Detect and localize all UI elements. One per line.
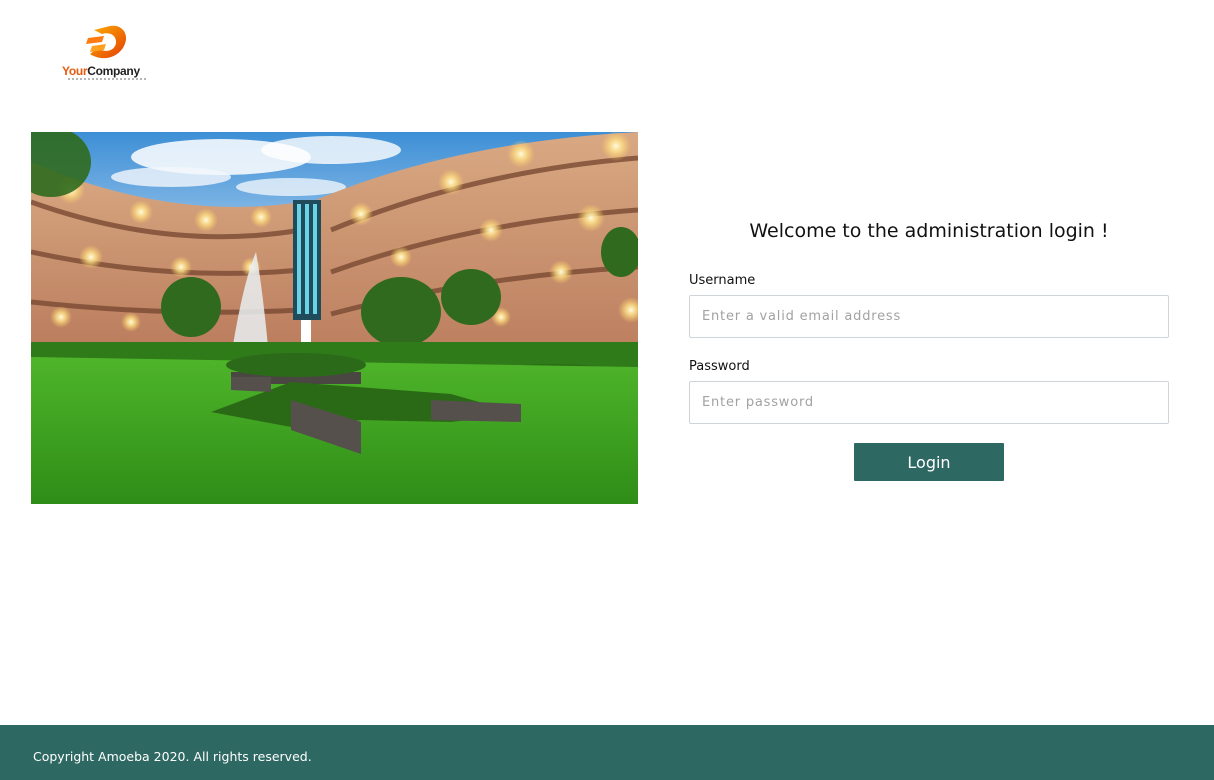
password-label: Password xyxy=(689,359,750,374)
logo-wordmark: YourCompany xyxy=(62,64,140,78)
username-field-group: Username xyxy=(689,273,1169,338)
username-input[interactable] xyxy=(689,295,1169,338)
password-field-group: Password xyxy=(689,359,1169,424)
company-logo-icon xyxy=(86,25,127,59)
logo-wordmark-company: Company xyxy=(87,64,140,78)
building-courtyard-photo xyxy=(31,132,638,504)
logo-wordmark-your: Your xyxy=(62,64,88,78)
password-input[interactable] xyxy=(689,381,1169,424)
username-label: Username xyxy=(689,273,756,288)
copyright-text: Copyright Amoeba 2020. All rights reserv… xyxy=(33,749,312,764)
hero-image xyxy=(31,132,638,504)
company-logo[interactable]: YourCompany xyxy=(60,24,152,82)
welcome-title: Welcome to the administration login ! xyxy=(749,220,1109,242)
logo-tagline xyxy=(68,78,148,80)
login-button[interactable]: Login xyxy=(854,443,1004,481)
login-page: YourCompany Welcome to the administratio… xyxy=(0,0,1214,780)
login-form: Welcome to the administration login ! Us… xyxy=(689,214,1169,481)
footer: Copyright Amoeba 2020. All rights reserv… xyxy=(0,725,1214,780)
